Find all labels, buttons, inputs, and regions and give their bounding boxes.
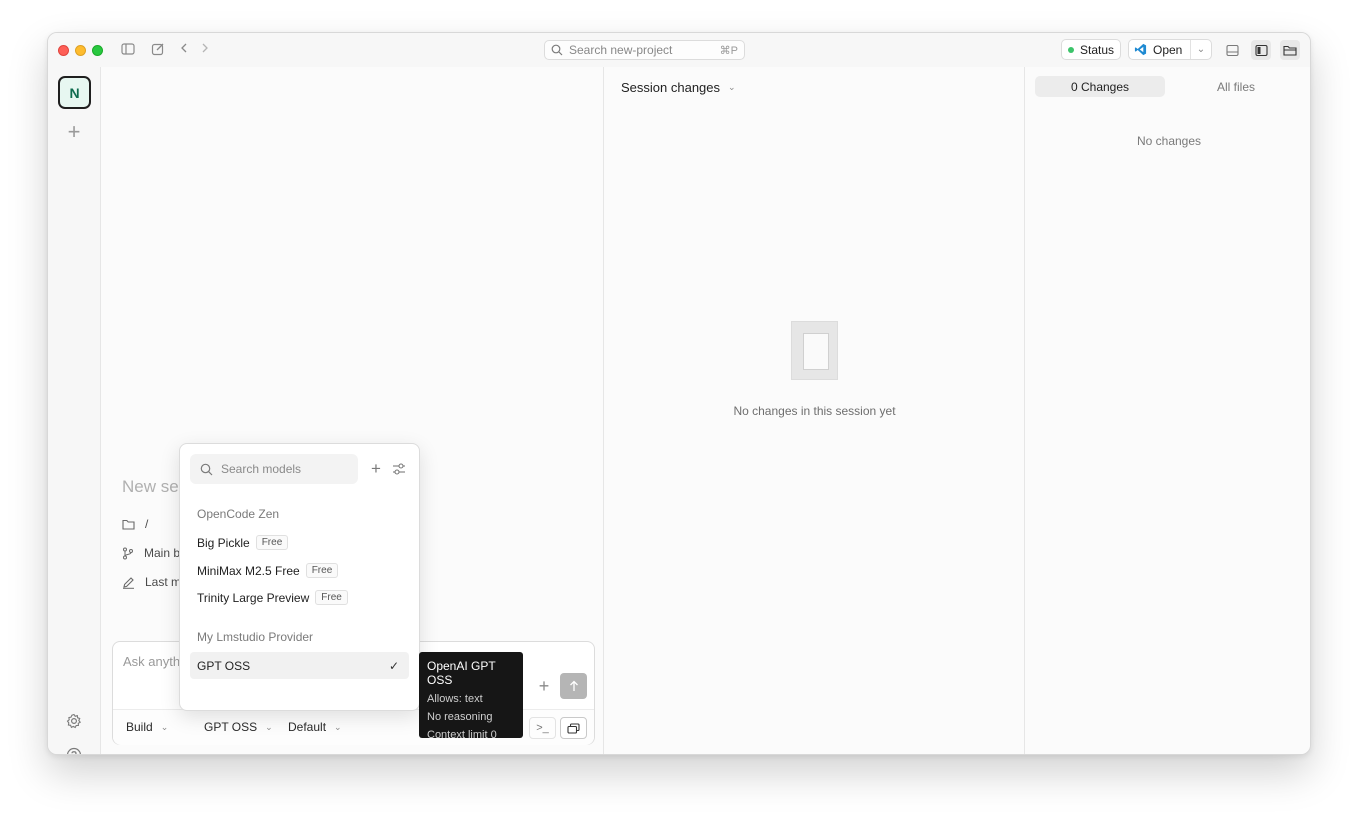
model-item-label: MiniMax M2.5 Free: [197, 563, 300, 578]
model-item-label: Big Pickle: [197, 535, 250, 550]
title-bar: Search new-project ⌘P Status Open ⌄: [48, 33, 1310, 67]
new-session-icon[interactable]: [150, 42, 166, 58]
session-changes-dropdown[interactable]: Session changes ⌄: [621, 80, 736, 95]
review-panel-icon[interactable]: [1251, 40, 1271, 60]
free-badge: Free: [315, 590, 348, 605]
open-main-button[interactable]: Open: [1129, 40, 1191, 59]
status-label: Status: [1080, 42, 1115, 57]
files-pane: 0 Changes All files No changes: [1026, 67, 1310, 754]
model-picker-popover: Search models + OpenCode Zen Big Pickle …: [179, 443, 420, 711]
open-in-editor-button[interactable]: Open ⌄: [1128, 39, 1212, 60]
last-modified-text: Last m: [145, 575, 182, 589]
group-lmstudio-provider: My Lmstudio Provider: [197, 630, 314, 644]
tab-all-files[interactable]: All files: [1171, 76, 1301, 97]
model-item-big-pickle[interactable]: Big Pickle Free: [197, 535, 289, 550]
agent-mode-select[interactable]: Build ⌄: [126, 720, 168, 734]
checkmark-icon: ✓: [388, 658, 399, 673]
model-item-gpt-oss[interactable]: GPT OSS ✓: [190, 652, 409, 679]
add-project-icon[interactable]: +: [65, 121, 83, 143]
model-select-label: GPT OSS: [204, 720, 258, 734]
branch-icon: [123, 547, 133, 559]
session-branch: Main b: [122, 546, 182, 560]
tooltip-context: Context limit 0: [427, 729, 497, 741]
toggle-sidebar-icon[interactable]: [120, 42, 136, 58]
send-button[interactable]: [560, 673, 587, 699]
sliders-icon[interactable]: [392, 462, 406, 476]
back-icon[interactable]: [176, 42, 192, 58]
chevron-down-icon: ⌄: [728, 82, 736, 92]
settings-gear-icon[interactable]: [66, 713, 82, 729]
status-dot: [1068, 46, 1074, 53]
chevron-down-icon[interactable]: ⌄: [1191, 44, 1211, 55]
free-badge: Free: [305, 563, 339, 578]
chevron-down-icon: ⌄: [265, 721, 273, 732]
help-icon[interactable]: [66, 747, 82, 754]
tooltip-reasoning: No reasoning: [427, 711, 493, 723]
vscode-icon: [1134, 43, 1147, 56]
tooltip-allows: Allows: text: [427, 693, 483, 705]
add-provider-icon[interactable]: +: [368, 460, 384, 478]
free-badge: Free: [255, 535, 289, 550]
session-changes-pane: Session changes ⌄ No changes in this ses…: [605, 67, 1025, 754]
terminal-icon: >_: [536, 722, 549, 734]
search-shortcut: ⌘P: [719, 44, 738, 57]
model-search-placeholder: Search models: [221, 462, 302, 476]
model-select[interactable]: GPT OSS ⌄: [204, 720, 273, 734]
session-changes-label: Session changes: [621, 80, 721, 95]
model-search-input[interactable]: Search models: [190, 454, 358, 484]
project-rail: N +: [48, 67, 101, 754]
open-label: Open: [1153, 42, 1183, 57]
session-directory: /: [122, 517, 182, 531]
model-item-label: Trinity Large Preview: [197, 590, 310, 605]
folder-icon: [122, 519, 135, 530]
tooltip-title: OpenAI GPT OSS: [427, 659, 496, 687]
global-search[interactable]: Search new-project ⌘P: [544, 40, 745, 60]
search-icon: [551, 44, 563, 56]
tab-changes[interactable]: 0 Changes: [1035, 76, 1165, 97]
arrow-up-icon: [569, 680, 578, 691]
chevron-down-icon: ⌄: [160, 721, 169, 732]
directory-path: /: [145, 517, 149, 531]
branch-name: Main b: [144, 546, 181, 560]
no-changes-text: No changes: [1136, 134, 1202, 148]
group-opencode-zen: OpenCode Zen: [197, 507, 280, 521]
status-button[interactable]: Status: [1061, 39, 1121, 60]
windows-icon: [567, 722, 580, 734]
close-window-button[interactable]: [58, 45, 69, 56]
model-item-trinity[interactable]: Trinity Large Preview Free: [197, 590, 348, 605]
variant-select-label: Default: [288, 720, 327, 734]
prompt-input[interactable]: Ask anythi: [123, 654, 183, 669]
model-info-tooltip: OpenAI GPT OSS Allows: text No reasoning…: [419, 652, 523, 741]
project-initial: N: [69, 84, 80, 101]
bottom-panel-icon[interactable]: [1222, 40, 1242, 60]
variant-select[interactable]: Default ⌄: [288, 720, 342, 734]
file-tree-icon[interactable]: [1280, 40, 1300, 60]
window-mode-button[interactable]: [560, 717, 587, 739]
attach-plus-icon[interactable]: +: [535, 676, 553, 697]
agent-mode-label: Build: [126, 720, 153, 734]
search-placeholder: Search new-project: [569, 43, 673, 57]
model-item-label: GPT OSS: [197, 658, 251, 673]
empty-document-icon: [791, 321, 838, 380]
no-session-changes-text: No changes in this session yet: [733, 404, 896, 418]
minimize-window-button[interactable]: [75, 45, 86, 56]
search-icon: [200, 463, 213, 475]
terminal-button[interactable]: >_: [529, 717, 556, 739]
model-item-minimax[interactable]: MiniMax M2.5 Free Free: [197, 563, 339, 578]
forward-icon[interactable]: [197, 42, 213, 58]
chevron-down-icon: ⌄: [334, 721, 342, 732]
pencil-icon: [123, 576, 134, 589]
zoom-window-button[interactable]: [92, 45, 103, 56]
project-avatar[interactable]: N: [58, 76, 91, 109]
session-last-modified: Last m: [122, 575, 182, 589]
session-title: New se: [122, 477, 179, 496]
